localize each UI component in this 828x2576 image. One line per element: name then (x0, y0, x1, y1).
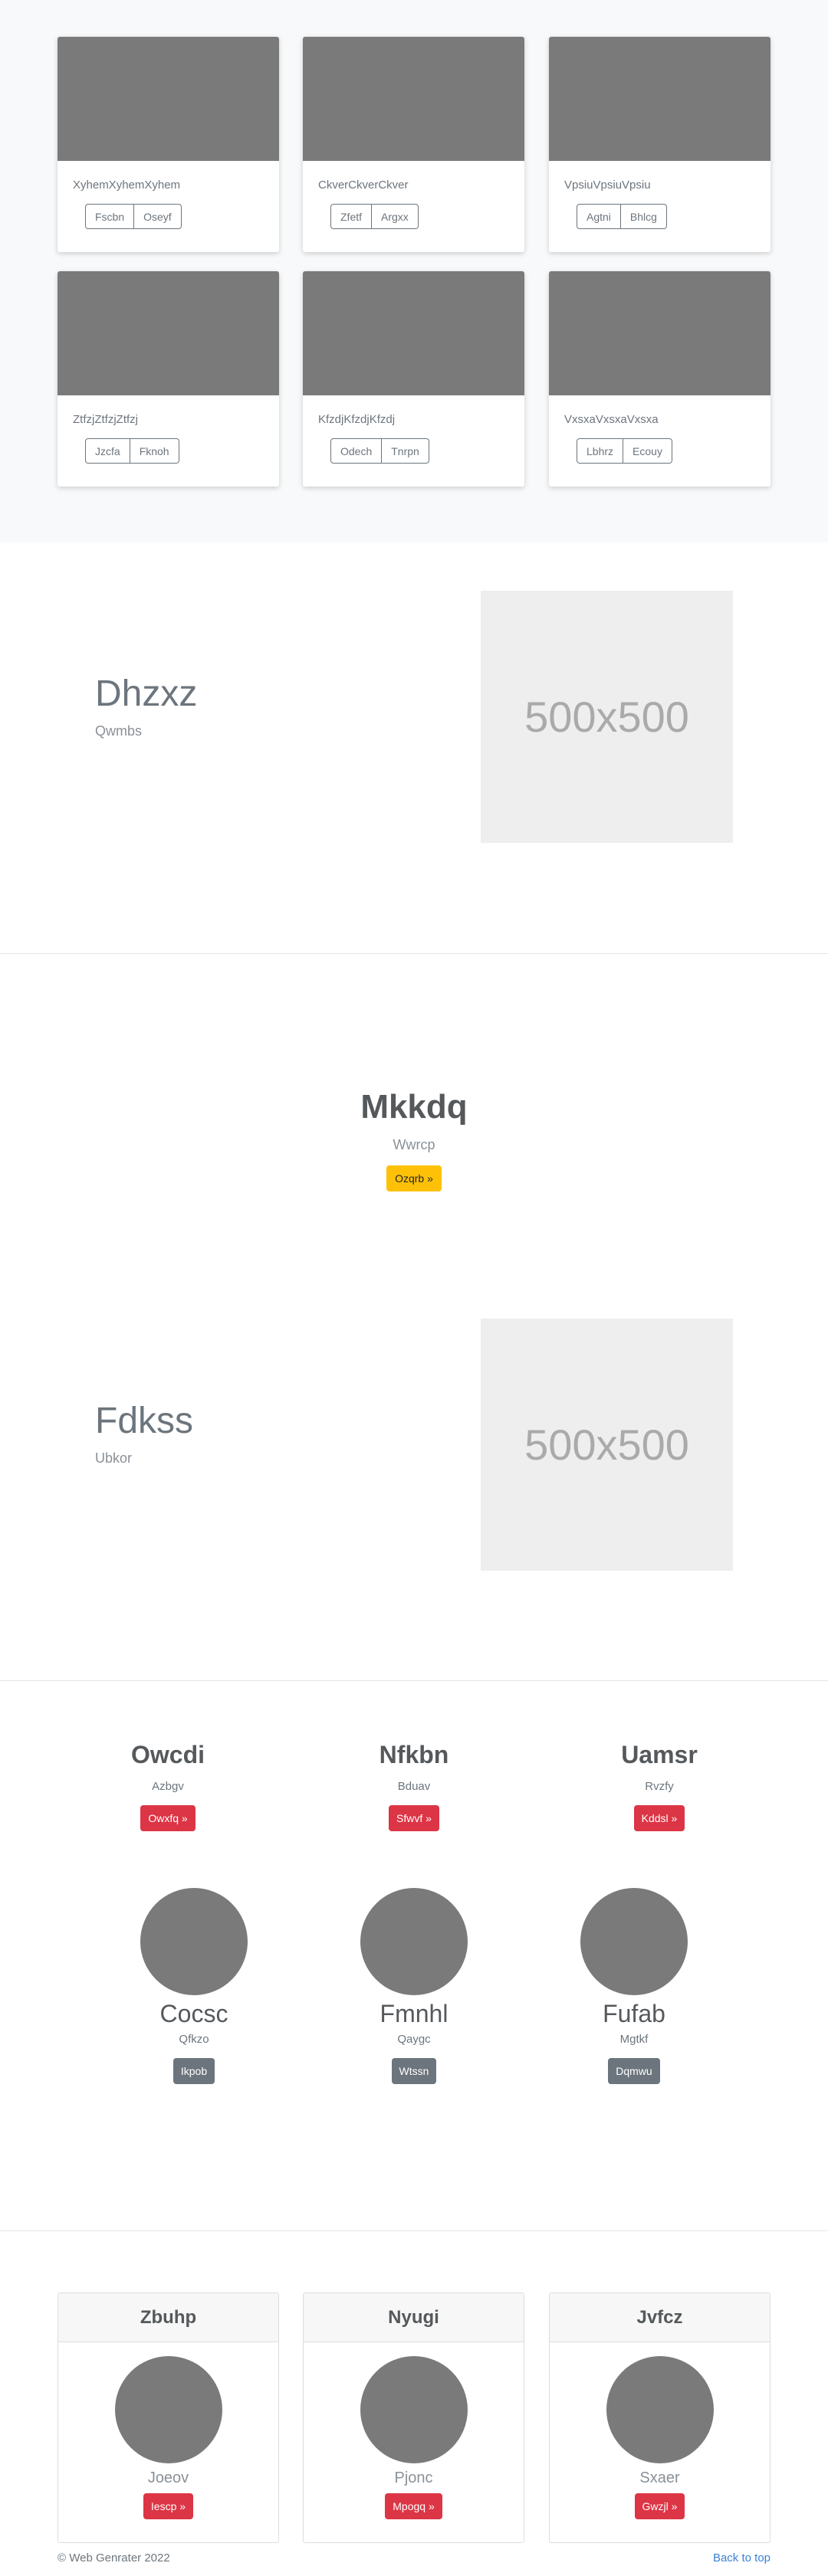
person-1: Cocsc Qfkzo Ikpob (79, 1888, 309, 2084)
column-button[interactable]: Owxfq » (140, 1805, 196, 1831)
avatar (606, 2356, 714, 2463)
card-button-edit[interactable]: Oseyf (134, 204, 182, 229)
featurette-image-placeholder: 500x500 (481, 1319, 733, 1571)
card-button-view[interactable]: Odech (330, 438, 383, 464)
profile-card-header: Nyugi (304, 2293, 524, 2342)
album-card: VpsiuVpsiuVpsiu Agtni Bhlcg (549, 37, 770, 252)
back-to-top-link[interactable]: Back to top (713, 2551, 770, 2565)
card-text: KfzdjKfzdjKfzdj (318, 413, 396, 426)
album-card: XyhemXyhemXyhem Fscbn Oseyf (58, 37, 279, 252)
card-thumbnail (303, 271, 524, 395)
card-button-group: Fscbn Oseyf (85, 204, 279, 229)
featurette-1: Dhzxz Qwmbs 500x500 (0, 542, 828, 953)
card-thumbnail (303, 37, 524, 161)
card-button-group: Jzcfa Fknoh (85, 438, 279, 464)
featurette-lead: Qwmbs (95, 723, 143, 739)
divider (0, 1680, 828, 1681)
footer-copyright: © Web Genrater 2022 (58, 2551, 170, 2565)
column-2: Nfkbn Bduav Sfwvf » (299, 1741, 529, 1831)
album-card: CkverCkverCkver Zfetf Argxx (303, 37, 524, 252)
featurette-image-placeholder: 500x500 (481, 591, 733, 843)
column-heading: Uamsr (621, 1741, 698, 1768)
person-2: Fmnhl Qaygc Wtssn (299, 1888, 529, 2084)
hero-subtitle: Wwrcp (393, 1137, 435, 1152)
avatar (360, 2356, 468, 2463)
card-thumbnail (549, 37, 770, 161)
card-text: CkverCkverCkver (318, 179, 409, 192)
hero-button[interactable]: Ozqrb » (386, 1165, 442, 1191)
avatar (140, 1888, 248, 1995)
album-card: ZtfzjZtfzjZtfzj Jzcfa Fknoh (58, 271, 279, 487)
profile-button[interactable]: Iescp » (143, 2493, 194, 2519)
card-text: XyhemXyhemXyhem (73, 179, 181, 192)
card-thumbnail (58, 271, 279, 395)
divider (0, 953, 828, 954)
profile-card: Jvfcz Sxaer Gwzjl » (549, 2293, 770, 2543)
avatar (580, 1888, 688, 1995)
profile-name: Joeov (147, 2469, 189, 2486)
card-button-group: Lbhrz Ecouy (577, 438, 770, 464)
column-text: Azbgv (152, 1780, 184, 1793)
avatar (360, 1888, 468, 1995)
profile-name: Sxaer (639, 2469, 680, 2486)
card-button-edit[interactable]: Tnrpn (382, 438, 429, 464)
person-button[interactable]: Dqmwu (608, 2058, 660, 2084)
card-thumbnail (58, 37, 279, 161)
person-text: Mgtkf (619, 2033, 649, 2046)
featurette-2: Fdkss Ubkor 500x500 (0, 1270, 828, 1680)
column-button[interactable]: Kddsl » (633, 1805, 685, 1831)
card-button-group: Odech Tnrpn (330, 438, 524, 464)
album-card: VxsxaVxsxaVxsxa Lbhrz Ecouy (549, 271, 770, 487)
profile-name: Pjonc (394, 2469, 433, 2486)
card-button-edit[interactable]: Ecouy (623, 438, 672, 464)
column-heading: Owcdi (130, 1741, 205, 1768)
column-1: Owcdi Azbgv Owxfq » (53, 1741, 283, 1831)
person-3: Fufab Mgtkf Dqmwu (519, 1888, 749, 2084)
column-text: Bduav (397, 1780, 431, 1793)
footer: © Web Genrater 2022 Back to top (58, 2551, 770, 2565)
card-thumbnail (549, 271, 770, 395)
profile-card: Nyugi Pjonc Mpogq » (303, 2293, 524, 2543)
profile-card-header: Zbuhp (58, 2293, 278, 2342)
card-button-group: Zfetf Argxx (330, 204, 524, 229)
card-button-view[interactable]: Jzcfa (85, 438, 130, 464)
person-text: Qaygc (397, 2033, 431, 2046)
column-3: Uamsr Rvzfy Kddsl » (544, 1741, 774, 1831)
card-button-view[interactable]: Lbhrz (577, 438, 624, 464)
card-text: VpsiuVpsiuVpsiu (564, 179, 651, 192)
hero-section: Mkkdq Wwrcp Ozqrb » (0, 1088, 828, 1191)
person-name: Cocsc (159, 2000, 228, 2027)
card-text: ZtfzjZtfzjZtfzj (73, 413, 138, 426)
profile-card: Zbuhp Joeov Iescp » (58, 2293, 279, 2543)
card-button-view[interactable]: Agtni (577, 204, 621, 229)
avatar (114, 2356, 222, 2463)
profile-card-header: Jvfcz (550, 2293, 770, 2342)
person-button[interactable]: Wtssn (391, 2058, 437, 2084)
featurette-lead: Ubkor (95, 1450, 133, 1466)
album-section: XyhemXyhemXyhem Fscbn Oseyf CkverCkverCk… (0, 0, 828, 542)
card-button-group: Agtni Bhlcg (577, 204, 770, 229)
featurette-heading: Dhzxz (95, 673, 198, 714)
album-card: KfzdjKfzdjKfzdj Odech Tnrpn (303, 271, 524, 487)
column-text: Rvzfy (645, 1780, 674, 1793)
card-button-view[interactable]: Fscbn (85, 204, 135, 229)
person-name: Fmnhl (380, 2000, 449, 2027)
person-name: Fufab (603, 2000, 665, 2027)
person-button[interactable]: Ikpob (172, 2058, 215, 2084)
person-text: Qfkzo (179, 2033, 209, 2046)
divider (0, 2230, 828, 2231)
card-button-edit[interactable]: Fknoh (130, 438, 179, 464)
profile-button[interactable]: Mpogq » (385, 2493, 442, 2519)
card-text: VxsxaVxsxaVxsxa (564, 413, 659, 426)
column-heading: Nfkbn (379, 1741, 449, 1768)
hero-title: Mkkdq (360, 1088, 468, 1126)
profile-button[interactable]: Gwzjl » (634, 2493, 685, 2519)
card-button-edit[interactable]: Bhlcg (620, 204, 667, 229)
card-button-view[interactable]: Zfetf (330, 204, 373, 229)
column-button[interactable]: Sfwvf » (389, 1805, 439, 1831)
card-button-edit[interactable]: Argxx (372, 204, 419, 229)
featurette-heading: Fdkss (95, 1401, 194, 1441)
